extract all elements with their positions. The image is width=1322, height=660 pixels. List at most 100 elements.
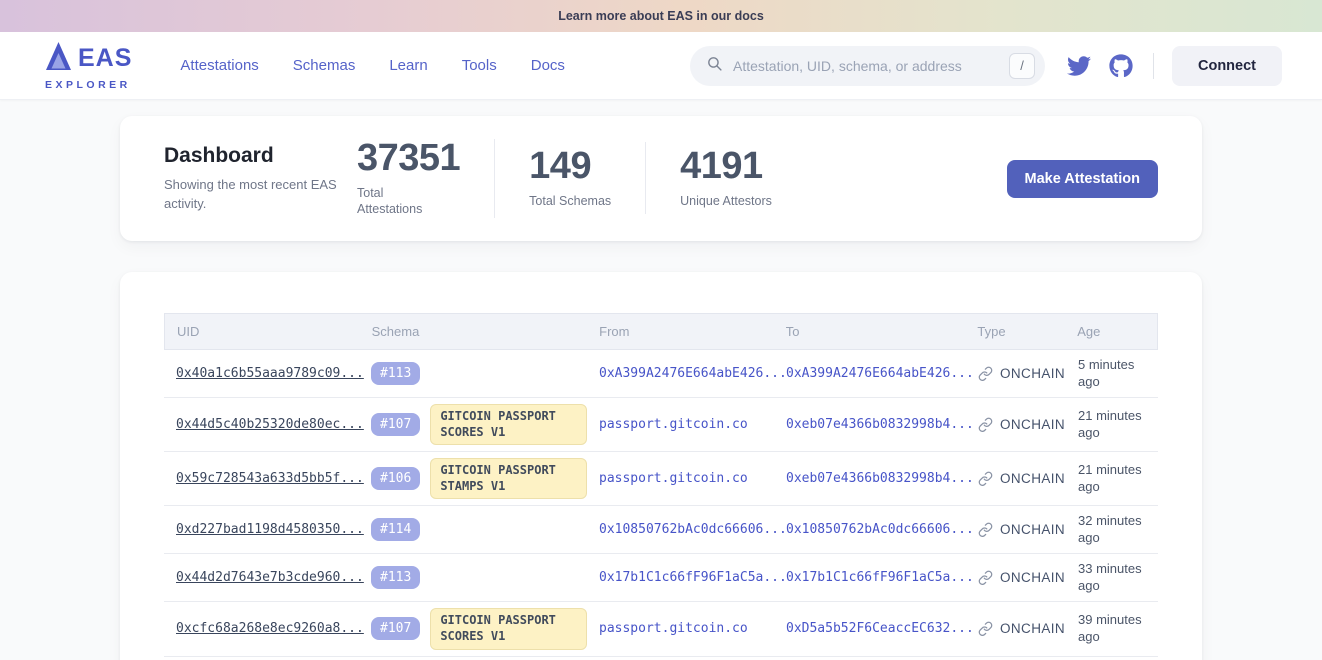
from-link[interactable]: passport.gitcoin.co xyxy=(599,417,748,432)
table-row[interactable]: 0xd227bad1198d4580350... #114 0x10850762… xyxy=(164,506,1158,554)
to-link[interactable]: 0xA399A2476E664abE426... xyxy=(786,366,974,381)
schema-id-badge[interactable]: #107 xyxy=(371,413,420,436)
type-label: ONCHAIN xyxy=(1000,621,1065,636)
dashboard-card: Dashboard Showing the most recent EAS ac… xyxy=(120,116,1202,241)
table-row[interactable]: 0x44d2d7643e7b3cde960... #113 0x17b1C1c6… xyxy=(164,554,1158,602)
search-icon xyxy=(706,55,723,77)
stats-group: 37351 Total Attestations 149 Total Schem… xyxy=(357,139,840,219)
schema-id-badge[interactable]: #106 xyxy=(371,467,420,490)
to-link[interactable]: 0xeb07e4366b0832998b4... xyxy=(786,471,974,486)
age-label: 33 minutes ago xyxy=(1078,561,1158,595)
table-row[interactable]: 0x44d5c40b25320de80ec... #107 GITCOIN PA… xyxy=(164,398,1158,452)
stat-label: Total Schemas xyxy=(529,193,611,210)
column-header-type: Type xyxy=(965,324,1065,339)
type-cell: ONCHAIN xyxy=(966,417,1066,432)
type-cell: ONCHAIN xyxy=(966,621,1066,636)
search-input[interactable] xyxy=(733,58,1009,74)
age-label: 5 minutes ago xyxy=(1078,357,1158,391)
twitter-icon[interactable] xyxy=(1067,54,1091,78)
to-link[interactable]: 0x10850762bAc0dc66606... xyxy=(786,522,974,537)
from-link[interactable]: passport.gitcoin.co xyxy=(599,621,748,636)
column-header-from: From xyxy=(587,324,774,339)
link-chain-icon xyxy=(978,570,993,585)
type-cell: ONCHAIN xyxy=(966,522,1066,537)
age-label: 21 minutes ago xyxy=(1078,462,1158,496)
age-label: 32 minutes ago xyxy=(1078,513,1158,547)
header-divider xyxy=(1153,53,1154,79)
link-chain-icon xyxy=(978,366,993,381)
schema-id-badge[interactable]: #114 xyxy=(371,518,420,541)
age-label: 39 minutes ago xyxy=(1078,612,1158,646)
link-chain-icon xyxy=(978,522,993,537)
schema-id-badge[interactable]: #113 xyxy=(371,362,420,385)
link-chain-icon xyxy=(978,417,993,432)
table-row[interactable]: 0x40a1c6b55aaa9789c09... #113 0xA399A247… xyxy=(164,350,1158,398)
type-cell: ONCHAIN xyxy=(966,471,1066,486)
stat-label: Total Attestations xyxy=(357,185,449,219)
column-header-schema: Schema xyxy=(360,324,588,339)
github-icon[interactable] xyxy=(1109,54,1133,78)
column-header-age: Age xyxy=(1065,324,1157,339)
stat-block: 4191 Unique Attestors xyxy=(680,142,806,214)
type-label: ONCHAIN xyxy=(1000,471,1065,486)
announcement-banner: Learn more about EAS in our docs xyxy=(0,0,1322,32)
type-label: ONCHAIN xyxy=(1000,366,1065,381)
link-chain-icon xyxy=(978,471,993,486)
stat-label: Unique Attestors xyxy=(680,193,772,210)
age-label: 21 minutes ago xyxy=(1078,408,1158,442)
logo-subtitle: EXPLORER xyxy=(45,79,131,91)
nav-item-tools[interactable]: Tools xyxy=(462,57,497,74)
table-row[interactable]: 0xcfc68a268e8ec9260a8... #107 GITCOIN PA… xyxy=(164,602,1158,656)
column-header-to: To xyxy=(774,324,966,339)
uid-link[interactable]: 0xd227bad1198d4580350... xyxy=(176,522,364,537)
table-row[interactable]: 0x59c728543a633d5bb5f... #106 GITCOIN PA… xyxy=(164,452,1158,506)
nav-item-schemas[interactable]: Schemas xyxy=(293,57,356,74)
page-subtitle: Showing the most recent EAS activity. xyxy=(164,176,342,214)
nav-item-docs[interactable]: Docs xyxy=(531,57,565,74)
nav-item-learn[interactable]: Learn xyxy=(389,57,427,74)
logo-title: EAS xyxy=(78,46,132,71)
column-header-uid: UID xyxy=(165,324,360,339)
from-link[interactable]: passport.gitcoin.co xyxy=(599,471,748,486)
from-link[interactable]: 0x17b1C1c66fF96F1aC5a... xyxy=(599,570,787,585)
to-link[interactable]: 0xD5a5b52F6CeaccEC632... xyxy=(786,621,974,636)
schema-id-badge[interactable]: #107 xyxy=(371,617,420,640)
from-link[interactable]: 0xA399A2476E664abE426... xyxy=(599,366,787,381)
social-links xyxy=(1067,54,1133,78)
uid-link[interactable]: 0xcfc68a268e8ec9260a8... xyxy=(176,621,364,636)
search-bar: / xyxy=(690,46,1045,86)
nav-item-attestations[interactable]: Attestations xyxy=(180,57,258,74)
schema-name-badge[interactable]: GITCOIN PASSPORT SCORES V1 xyxy=(430,608,587,649)
slash-shortcut-key: / xyxy=(1009,53,1035,79)
stat-value: 4191 xyxy=(680,147,772,187)
type-label: ONCHAIN xyxy=(1000,570,1065,585)
eas-logo[interactable]: EAS EXPLORER xyxy=(45,41,132,91)
stat-value: 149 xyxy=(529,147,611,187)
type-cell: ONCHAIN xyxy=(966,570,1066,585)
attestations-table-card: UIDSchemaFromToTypeAge 0x40a1c6b55aaa978… xyxy=(120,272,1202,660)
to-link[interactable]: 0x17b1C1c66fF96F1aC5a... xyxy=(786,570,974,585)
make-attestation-button[interactable]: Make Attestation xyxy=(1007,160,1158,198)
eas-triangle-icon xyxy=(45,41,72,76)
connect-button[interactable]: Connect xyxy=(1172,46,1282,86)
schema-name-badge[interactable]: GITCOIN PASSPORT STAMPS V1 xyxy=(430,458,587,499)
banner-link[interactable]: Learn more about EAS in our docs xyxy=(558,9,764,23)
schema-name-badge[interactable]: GITCOIN PASSPORT SCORES V1 xyxy=(430,404,587,445)
table-header-row: UIDSchemaFromToTypeAge xyxy=(164,313,1158,350)
type-label: ONCHAIN xyxy=(1000,417,1065,432)
uid-link[interactable]: 0x44d5c40b25320de80ec... xyxy=(176,417,364,432)
uid-link[interactable]: 0x44d2d7643e7b3cde960... xyxy=(176,570,364,585)
to-link[interactable]: 0xeb07e4366b0832998b4... xyxy=(786,417,974,432)
stat-value: 37351 xyxy=(357,139,460,179)
page-title: Dashboard xyxy=(164,144,357,168)
link-chain-icon xyxy=(978,621,993,636)
from-link[interactable]: 0x10850762bAc0dc66606... xyxy=(599,522,787,537)
uid-link[interactable]: 0x40a1c6b55aaa9789c09... xyxy=(176,366,364,381)
type-cell: ONCHAIN xyxy=(966,366,1066,381)
uid-link[interactable]: 0x59c728543a633d5bb5f... xyxy=(176,471,364,486)
stat-block: 149 Total Schemas xyxy=(529,142,646,214)
main-nav: Attestations Schemas Learn Tools Docs xyxy=(180,57,565,74)
header: EAS EXPLORER Attestations Schemas Learn Too… xyxy=(0,32,1322,100)
schema-id-badge[interactable]: #113 xyxy=(371,566,420,589)
stat-block: 37351 Total Attestations xyxy=(357,139,495,219)
